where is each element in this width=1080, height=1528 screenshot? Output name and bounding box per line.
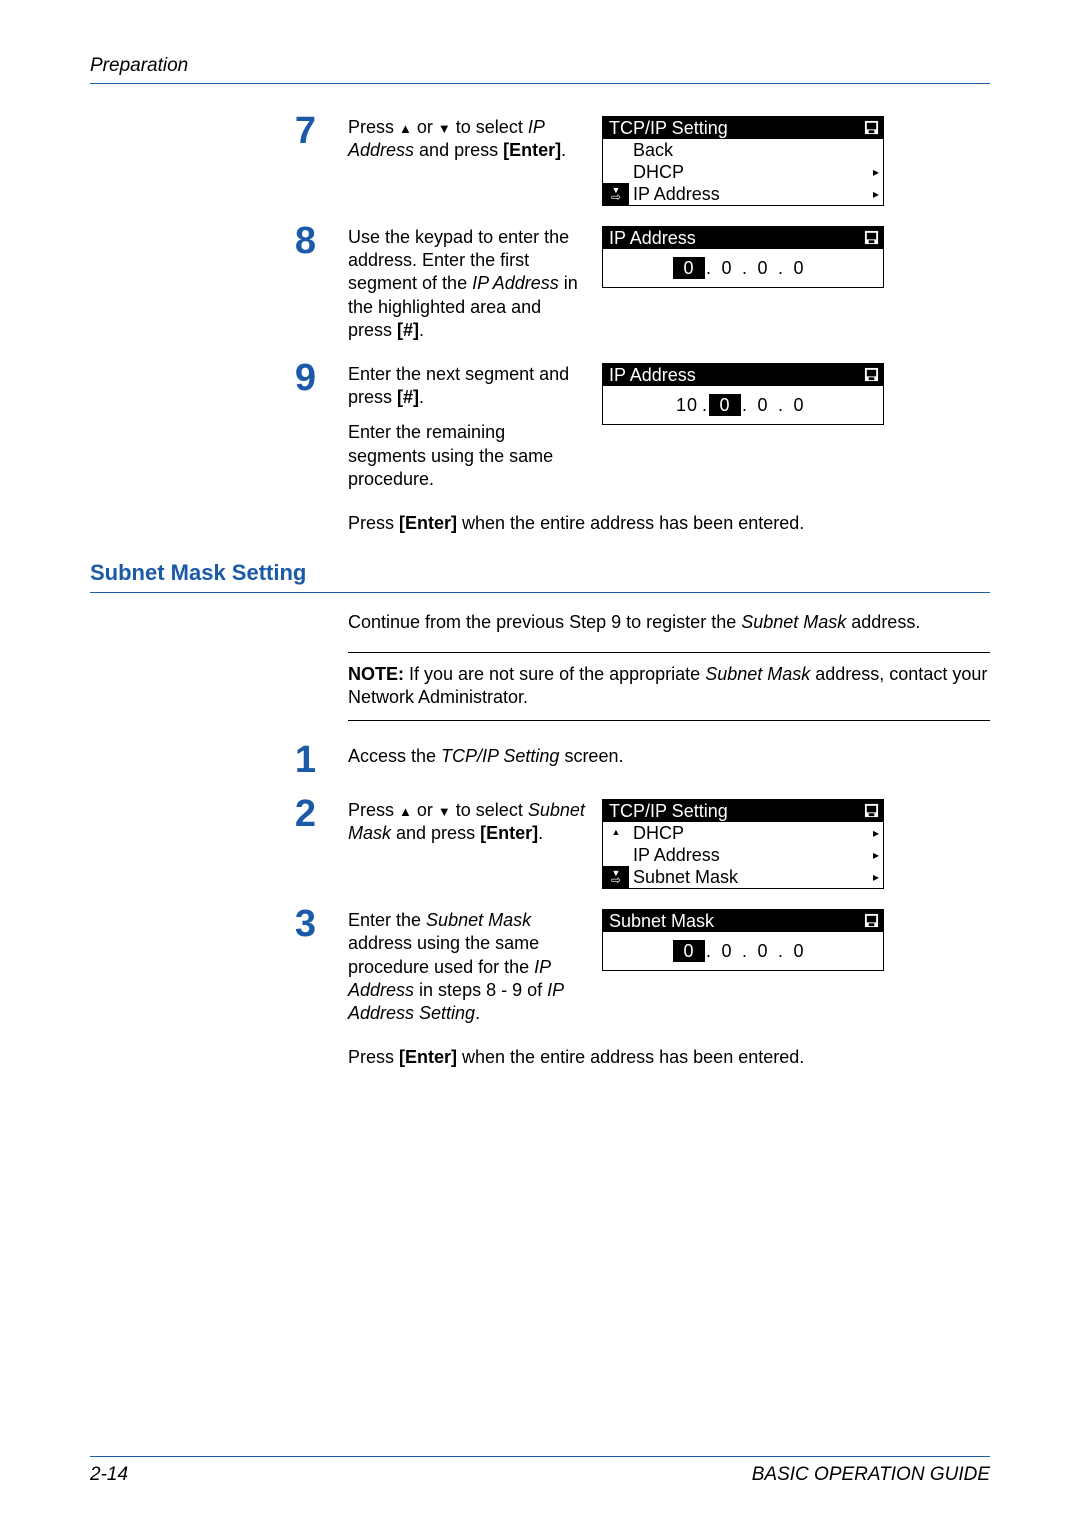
submenu-arrow-icon: ▸: [869, 866, 883, 888]
ip-segments: 10.0.0.0: [603, 386, 883, 424]
step-number: 2: [290, 795, 316, 889]
step-7-text: Press or to select IP Address and press …: [348, 116, 588, 163]
ip-segment: 0: [785, 940, 813, 962]
step-number: 8: [290, 222, 316, 343]
lcd-row-label: Subnet Mask: [629, 866, 869, 888]
down-arrow-icon: [438, 117, 451, 137]
ip-separator: .: [741, 940, 749, 962]
step-number: 3: [290, 905, 316, 1026]
ip-separator: .: [705, 257, 713, 279]
lcd-title: IP Address: [607, 364, 696, 386]
step-9-after: Press [Enter] when the entire address ha…: [348, 512, 990, 535]
ip-separator: .: [777, 940, 785, 962]
lcd-row-label: IP Address: [629, 844, 869, 866]
lcd-menu-row: Back: [603, 139, 883, 161]
ip-separator: .: [777, 257, 785, 279]
lcd-subnet-1: Subnet Mask 0.0.0.0: [602, 909, 884, 971]
page: Preparation 7 Press or to select IP Addr…: [0, 0, 1080, 1528]
up-arrow-icon: [399, 117, 412, 137]
save-icon: [864, 120, 879, 135]
subnet-step-3-after: Press [Enter] when the entire address ha…: [348, 1046, 990, 1069]
ip-segment: 0: [749, 257, 777, 279]
ip-separator: .: [705, 940, 713, 962]
page-footer: 2-14 BASIC OPERATION GUIDE: [90, 1456, 990, 1488]
ip-segment: 0: [713, 257, 741, 279]
lcd-row-label: Back: [629, 139, 869, 161]
ip-segment: 0: [749, 394, 777, 416]
lcd-ipaddress-2: IP Address 10.0.0.0: [602, 363, 884, 425]
ip-separator: .: [741, 257, 749, 279]
ip-separator: .: [741, 394, 749, 416]
ip-separator: .: [701, 394, 709, 416]
save-icon: [864, 230, 879, 245]
subnet-intro: Continue from the previous Step 9 to reg…: [348, 611, 990, 634]
cursor-column: ▼⇨: [603, 866, 629, 888]
section-subnet-title: Subnet Mask Setting: [90, 559, 990, 593]
submenu-arrow-icon: ▸: [869, 183, 883, 205]
step-number: 7: [290, 112, 316, 206]
submenu-arrow-icon: ▸: [869, 844, 883, 866]
header-left: Preparation: [90, 54, 188, 79]
footer-right: BASIC OPERATION GUIDE: [752, 1463, 990, 1488]
lcd-ipaddress-1: IP Address 0.0.0.0: [602, 226, 884, 288]
cursor-column: ▼⇨: [603, 183, 629, 205]
save-icon: [864, 367, 879, 382]
lcd-title: TCP/IP Setting: [607, 117, 728, 139]
save-icon: [864, 803, 879, 818]
step-9-text: Enter the next segment and press [#]. En…: [348, 363, 588, 492]
step-number: 9: [290, 359, 316, 492]
lcd-menu-row: ▼⇨Subnet Mask▸: [603, 866, 883, 888]
note-box: NOTE: If you are not sure of the appropr…: [348, 652, 990, 721]
cursor-column: ▲: [603, 829, 629, 836]
ip-segment: 0: [673, 940, 705, 962]
lcd-menu-row: DHCP▸: [603, 161, 883, 183]
down-arrow-icon: [438, 800, 451, 820]
lcd-row-label: IP Address: [629, 183, 869, 205]
lcd-title: Subnet Mask: [607, 910, 714, 932]
subnet-step-2-text: Press or to select Subnet Mask and press…: [348, 799, 588, 846]
ip-segment: 0: [673, 257, 705, 279]
lcd-row-label: DHCP: [629, 161, 869, 183]
step-number: 1: [290, 741, 316, 779]
ip-segment: 0: [749, 940, 777, 962]
footer-page-number: 2-14: [90, 1463, 128, 1488]
save-icon: [864, 913, 879, 928]
ip-separator: .: [777, 394, 785, 416]
page-header: Preparation: [90, 54, 990, 84]
subnet-step-1-text: Access the TCP/IP Setting screen.: [348, 745, 990, 768]
lcd-menu-row: IP Address▸: [603, 844, 883, 866]
lcd-tcpip-2: TCP/IP Setting ▲DHCP▸IP Address▸▼⇨Subnet…: [602, 799, 884, 889]
lcd-tcpip-1: TCP/IP Setting BackDHCP▸▼⇨IP Address▸: [602, 116, 884, 206]
ip-segment: 0: [709, 394, 741, 416]
subnet-step-3-text: Enter the Subnet Mask address using the …: [348, 909, 588, 1026]
ip-segment: 0: [713, 940, 741, 962]
ip-segments: 0.0.0.0: [603, 249, 883, 287]
up-arrow-icon: [399, 800, 412, 820]
ip-segment: 10: [673, 394, 701, 416]
lcd-menu-row: ▼⇨IP Address▸: [603, 183, 883, 205]
lcd-title: TCP/IP Setting: [607, 800, 728, 822]
lcd-title: IP Address: [607, 227, 696, 249]
ip-segment: 0: [785, 257, 813, 279]
ip-segments: 0.0.0.0: [603, 932, 883, 970]
submenu-arrow-icon: ▸: [869, 161, 883, 183]
step-8-text: Use the keypad to enter the address. Ent…: [348, 226, 588, 343]
lcd-menu-row: ▲DHCP▸: [603, 822, 883, 844]
ip-segment: 0: [785, 394, 813, 416]
submenu-arrow-icon: ▸: [869, 822, 883, 844]
lcd-row-label: DHCP: [629, 822, 869, 844]
